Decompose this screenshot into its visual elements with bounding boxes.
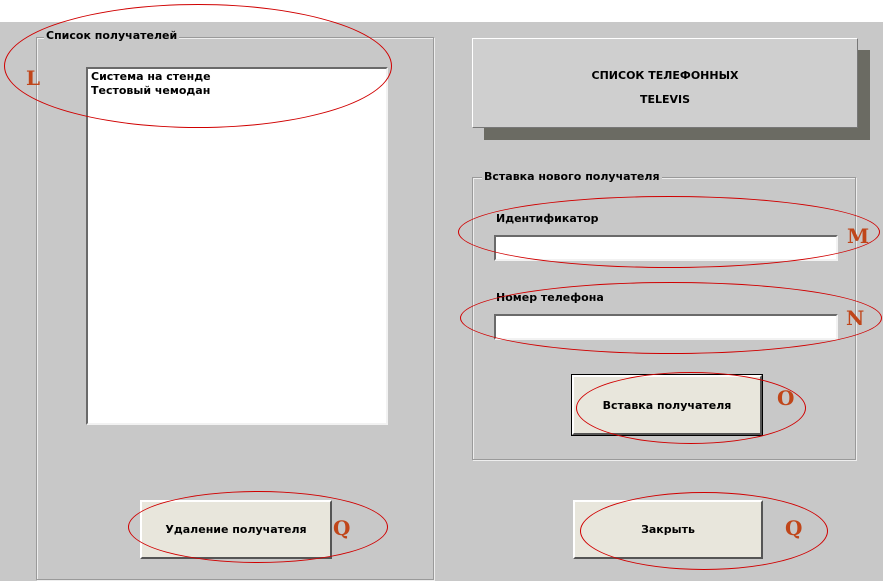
list-item[interactable]: Тестовый чемодан: [91, 84, 383, 98]
recipients-listbox[interactable]: Система на стенде Тестовый чемодан: [86, 67, 388, 425]
title-line-2: TELEVIS: [639, 93, 691, 106]
title-box: СПИСОК ТЕЛЕФОННЫХ TELEVIS: [472, 38, 858, 128]
list-item[interactable]: Система на стенде: [91, 70, 383, 84]
title-line-1: СПИСОК ТЕЛЕФОННЫХ: [591, 69, 739, 82]
marker-m: M: [847, 224, 870, 248]
marker-l: L: [26, 66, 41, 90]
recipients-group-legend: Список получателей: [44, 29, 180, 42]
identifier-label: Идентификатор: [496, 212, 599, 225]
phone-label: Номер телефона: [496, 291, 604, 304]
insert-group-legend: Вставка нового получателя: [482, 170, 662, 183]
marker-q-right: Q: [785, 516, 803, 540]
close-button[interactable]: Закрыть: [573, 500, 763, 559]
marker-q-left: Q: [333, 516, 351, 540]
phone-number-field[interactable]: [494, 314, 838, 340]
marker-n: N: [846, 306, 865, 330]
marker-o: O: [777, 386, 795, 410]
insert-recipient-button[interactable]: Вставка получателя: [571, 374, 763, 436]
delete-recipient-button[interactable]: Удаление получателя: [140, 500, 332, 559]
identifier-field[interactable]: [494, 235, 838, 261]
